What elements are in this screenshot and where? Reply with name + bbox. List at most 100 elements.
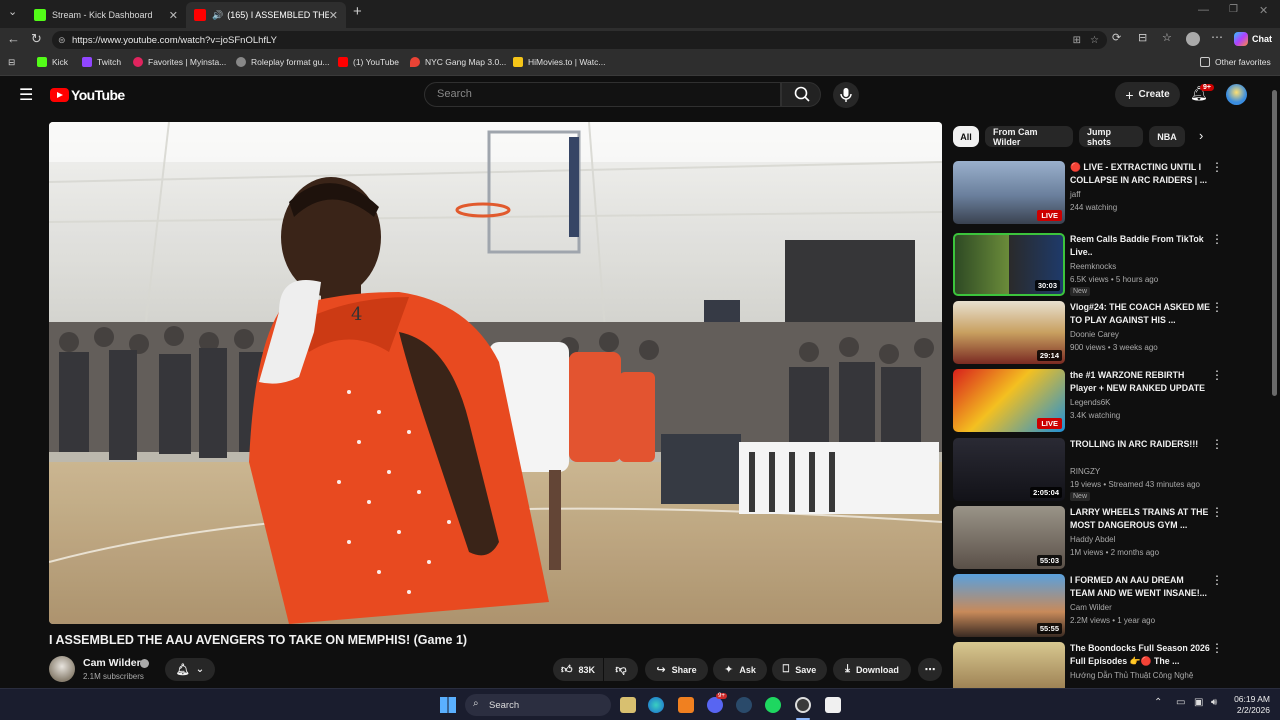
obs-icon[interactable] <box>795 697 811 713</box>
favorite-star-icon[interactable]: ☆ <box>1090 35 1099 46</box>
bookmark-twitch[interactable]: Twitch <box>82 57 121 67</box>
list-item[interactable]: 2:05:04 TROLLING IN ARC RAIDERS!!! RINGZ… <box>953 438 1225 501</box>
video-thumbnail[interactable]: 55:55 <box>953 574 1065 637</box>
url-field[interactable]: ⊜ https://www.youtube.com/watch?v=joSFnO… <box>52 31 1107 49</box>
video-thumbnail[interactable]: 55:03 <box>953 506 1065 569</box>
recommendation-channel[interactable]: RINGZY <box>1070 467 1100 476</box>
recommendation-channel[interactable]: jaff <box>1070 190 1081 199</box>
recommendation-title[interactable]: 🔴 LIVE - EXTRACTING UNTIL I COLLAPSE IN … <box>1070 161 1210 187</box>
more-vertical-icon[interactable]: ⋮ <box>1211 574 1223 586</box>
recommendation-channel[interactable]: Legends6K <box>1070 398 1110 407</box>
recommendation-channel[interactable]: Haddy Abdel <box>1070 535 1115 544</box>
chip-jump-shots[interactable]: Jump shots <box>1079 126 1143 147</box>
more-vertical-icon[interactable]: ⋮ <box>1211 161 1223 173</box>
more-vertical-icon[interactable]: ⋮ <box>1211 506 1223 518</box>
recommendation-channel[interactable]: Reemknocks <box>1070 262 1116 271</box>
bookmark-roleplay[interactable]: Roleplay format gu... <box>236 57 329 67</box>
bookmark-myinsta[interactable]: Favorites | Myinsta... <box>133 57 226 67</box>
video-thumbnail[interactable] <box>953 642 1065 688</box>
download-button[interactable]: ⤓ Download <box>833 658 911 681</box>
more-vertical-icon[interactable]: ⋮ <box>1211 642 1223 654</box>
list-item[interactable]: 29:14 Vlog#24: THE COACH ASKED ME TO PLA… <box>953 301 1225 364</box>
recommendation-title[interactable]: I FORMED AN AAU DREAM TEAM AND WE WENT I… <box>1070 574 1210 600</box>
discord-icon[interactable] <box>707 697 723 713</box>
notepad-icon[interactable] <box>825 697 841 713</box>
recommendation-title[interactable]: Reem Calls Baddie From TikTok Live.. <box>1070 233 1210 259</box>
system-clock[interactable]: 06:19 AM 2/2/2026 <box>1228 694 1270 716</box>
list-item[interactable]: 55:55 I FORMED AN AAU DREAM TEAM AND WE … <box>953 574 1225 637</box>
tab-audio-icon[interactable]: 🔊 <box>212 10 223 21</box>
tab-list-icon[interactable]: ⌄ <box>8 5 17 18</box>
chip-all[interactable]: All <box>953 126 979 147</box>
create-button[interactable]: + Create <box>1115 82 1180 107</box>
youtube-logo-icon[interactable] <box>50 88 69 102</box>
recommendation-channel[interactable]: Doonie Carey <box>1070 330 1119 339</box>
bookmark-kick[interactable]: Kick <box>37 57 68 67</box>
back-icon[interactable]: ← <box>7 31 20 46</box>
subscription-bell-button[interactable]: 🔔︎ ⌄ <box>165 658 215 681</box>
vlc-icon[interactable] <box>678 697 694 713</box>
bookmark-himovies[interactable]: HiMovies.to | Watc... <box>513 57 605 67</box>
more-vertical-icon[interactable]: ⋮ <box>1211 233 1223 245</box>
voice-search-button[interactable] <box>833 82 859 108</box>
recommendation-title[interactable]: TROLLING IN ARC RAIDERS!!! <box>1070 438 1210 451</box>
close-window-icon[interactable]: ✕ <box>1259 4 1268 17</box>
file-explorer-icon[interactable] <box>620 697 636 713</box>
chip-from-cam-wilder[interactable]: From Cam Wilder <box>985 126 1073 147</box>
scrollbar-thumb[interactable] <box>1272 90 1277 396</box>
show-hidden-icons-chevron[interactable]: ⌃ <box>1154 697 1162 708</box>
minimize-icon[interactable]: — <box>1198 4 1209 16</box>
recommendation-title[interactable]: Vlog#24: THE COACH ASKED ME TO PLAY AGAI… <box>1070 301 1210 327</box>
video-player[interactable]: 4 <box>49 122 942 624</box>
search-input[interactable]: Search <box>424 82 781 107</box>
video-thumbnail[interactable]: LIVE <box>953 161 1065 224</box>
split-screen-icon[interactable]: ⊟ <box>1138 31 1147 44</box>
refresh-icon[interactable]: ↻ <box>31 31 42 47</box>
like-button[interactable]: 👍︎ 83K <box>553 658 603 681</box>
bookmark-reading-list-icon[interactable]: ⊟ <box>8 57 15 68</box>
video-thumbnail[interactable]: LIVE <box>953 369 1065 432</box>
list-item[interactable]: The Boondocks Full Season 2026 Full Epis… <box>953 642 1225 688</box>
more-vertical-icon[interactable]: ⋮ <box>1211 301 1223 313</box>
settings-more-icon[interactable]: ⋯ <box>1211 30 1223 44</box>
taskbar-search[interactable]: ⌕ Search <box>465 694 611 716</box>
search-button[interactable] <box>781 82 821 107</box>
spotify-icon[interactable] <box>765 697 781 713</box>
restore-icon[interactable]: ❐ <box>1229 4 1238 15</box>
video-thumbnail[interactable]: 29:14 <box>953 301 1065 364</box>
bookmark-youtube[interactable]: (1) YouTube <box>338 57 399 67</box>
recommendation-channel[interactable]: Cam Wilder <box>1070 603 1112 612</box>
ask-button[interactable]: ✦ Ask <box>713 658 767 681</box>
channel-avatar[interactable] <box>49 656 75 682</box>
chips-next-chevron-icon[interactable]: › <box>1199 128 1203 143</box>
video-thumbnail[interactable]: 30:03 <box>953 233 1065 296</box>
dislike-button[interactable]: 👎︎ <box>604 658 638 681</box>
network-icon[interactable]: ▭ <box>1176 697 1185 708</box>
more-vertical-icon[interactable]: ⋮ <box>1211 369 1223 381</box>
display-icon[interactable]: ▣ <box>1194 697 1203 708</box>
list-item[interactable]: LIVE 🔴 LIVE - EXTRACTING UNTIL I COLLAPS… <box>953 161 1225 224</box>
video-thumbnail[interactable]: 2:05:04 <box>953 438 1065 501</box>
windows-start-icon[interactable] <box>440 697 456 713</box>
account-avatar[interactable] <box>1226 84 1247 105</box>
share-button[interactable]: ↪ Share <box>645 658 708 681</box>
bookmark-other-favorites[interactable]: Other favorites <box>1200 57 1271 67</box>
more-vertical-icon[interactable]: ⋮ <box>1211 438 1223 450</box>
recommendation-title[interactable]: LARRY WHEELS TRAINS AT THE MOST DANGEROU… <box>1070 506 1210 532</box>
list-item[interactable]: 30:03 Reem Calls Baddie From TikTok Live… <box>953 233 1225 296</box>
favorites-icon[interactable]: ☆ <box>1162 31 1172 44</box>
save-button[interactable]: ⎕ Save <box>772 658 827 681</box>
copilot-chat-button[interactable]: Chat <box>1234 32 1272 46</box>
youtube-logo-text[interactable]: YouTube <box>71 87 125 103</box>
steam-icon[interactable] <box>736 697 752 713</box>
app-available-icon[interactable]: ⊞ <box>1073 35 1081 46</box>
bookmark-nyc-gang-map[interactable]: NYC Gang Map 3.0... <box>410 57 506 67</box>
edge-icon[interactable] <box>648 697 664 713</box>
list-item[interactable]: 55:03 LARRY WHEELS TRAINS AT THE MOST DA… <box>953 506 1225 569</box>
volume-icon[interactable]: 🔊︎ <box>1211 697 1217 708</box>
close-tab-icon[interactable]: ✕ <box>329 9 338 22</box>
extensions-icon[interactable]: ⟳ <box>1112 31 1121 44</box>
collections-icon[interactable] <box>1186 32 1200 46</box>
tab-kick-dashboard[interactable]: Stream - Kick Dashboard ✕ <box>26 2 186 28</box>
page-scrollbar[interactable] <box>1270 76 1280 688</box>
